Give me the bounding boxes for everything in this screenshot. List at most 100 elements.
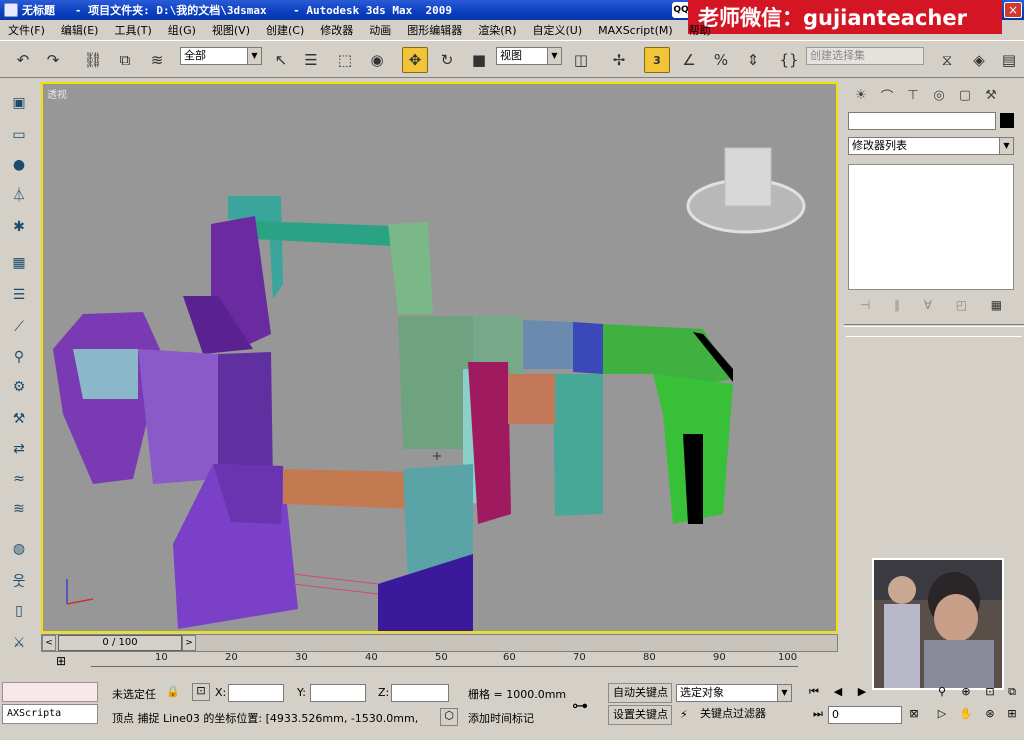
spinner-snap-icon[interactable]: ⇕ <box>740 47 766 73</box>
window-crossing-icon[interactable]: ◉ <box>364 47 390 73</box>
manipulate-icon[interactable]: ✢ <box>606 47 632 73</box>
utilities-icon[interactable]: ⚒ <box>980 84 1002 106</box>
wrench-icon[interactable]: ⚒ <box>8 408 30 430</box>
reference-coord-dropdown[interactable]: 视图 ▼ <box>496 47 562 65</box>
modifier-stack[interactable] <box>848 164 1014 290</box>
zoom-extents-all-icon[interactable]: ⧉ <box>1002 683 1022 701</box>
track-bar[interactable]: ⊞ 10 20 30 40 50 60 70 80 90 100 <box>41 652 838 680</box>
menu-customize[interactable]: 自定义(U) <box>525 22 591 38</box>
selection-filter-dropdown[interactable]: 全部 ▼ <box>180 47 262 65</box>
tools-icon[interactable]: ⚔ <box>8 632 30 654</box>
zoom-extents-icon[interactable]: ⊡ <box>980 683 1000 701</box>
show-end-result-icon[interactable]: ∥ <box>894 298 900 312</box>
menu-modifiers[interactable]: 修改器 <box>312 22 361 38</box>
layer-manager-icon[interactable]: ▤ <box>996 47 1022 73</box>
z-coordinate-field[interactable] <box>391 684 449 702</box>
menu-group[interactable]: 组(G) <box>160 22 204 38</box>
object-name-field[interactable] <box>848 112 996 130</box>
menu-maxscript[interactable]: MAXScript(M) <box>590 24 681 37</box>
display-icon[interactable]: ▢ <box>954 84 976 106</box>
orbit-icon[interactable]: ⊛ <box>980 705 1000 723</box>
x-coordinate-field[interactable] <box>228 684 284 702</box>
menu-create[interactable]: 创建(C) <box>258 22 312 38</box>
key-mode-dropdown[interactable]: 选定对象 ▼ <box>676 684 792 702</box>
pin-stack-icon[interactable]: ⊣ <box>860 298 870 312</box>
remove-modifier-icon[interactable]: ◰ <box>956 298 967 312</box>
menu-file[interactable]: 文件(F) <box>0 22 53 38</box>
rect-selection-icon[interactable]: ⬚ <box>332 47 358 73</box>
time-tag-icon[interactable]: ⬡ <box>440 708 458 726</box>
biped-icon[interactable]: 웃 <box>8 570 30 592</box>
menu-graph-editors[interactable]: 图形编辑器 <box>399 22 470 38</box>
zoom-all-icon[interactable]: ⊕ <box>956 683 976 701</box>
helper-icon[interactable]: ✱ <box>8 216 30 238</box>
light-icon[interactable]: ⏃ <box>8 184 30 206</box>
add-time-tag[interactable]: 添加时间标记 <box>468 710 534 726</box>
time-slider[interactable]: < 0 / 100 > <box>41 634 838 652</box>
named-selection-set-field[interactable]: 创建选择集 <box>806 47 924 65</box>
lock-selection-icon[interactable]: 🔒 <box>166 685 180 698</box>
set-key-button[interactable]: 设置关键点 <box>608 705 672 725</box>
auto-key-button[interactable]: 自动关键点 <box>608 683 672 703</box>
search-icon[interactable]: ⚲ <box>8 346 30 368</box>
time-next-button[interactable]: > <box>182 635 196 651</box>
bind-spacewarp-icon[interactable]: ≋ <box>144 47 170 73</box>
align-icon[interactable]: ◈ <box>966 47 992 73</box>
bottle-icon[interactable]: ▯ <box>8 600 30 622</box>
absolute-mode-icon[interactable]: ⊡ <box>192 683 210 701</box>
percent-snap-icon[interactable]: % <box>708 47 734 73</box>
menu-edit[interactable]: 编辑(E) <box>53 22 107 38</box>
redo-icon[interactable]: ↷ <box>40 47 66 73</box>
time-prev-button[interactable]: < <box>42 635 56 651</box>
unlink-icon[interactable]: ⧉ <box>112 47 138 73</box>
arrow-icon[interactable]: ⇄ <box>8 438 30 460</box>
move-icon[interactable]: ✥ <box>402 47 428 73</box>
spline-line[interactable] <box>292 573 379 585</box>
time-slider-thumb[interactable]: 0 / 100 <box>58 635 182 651</box>
edit-named-selection-icon[interactable]: {} <box>776 47 802 73</box>
wave2-icon[interactable]: ≋ <box>8 498 30 520</box>
rotate-icon[interactable]: ↻ <box>434 47 460 73</box>
key-filter-icon[interactable]: ⚡ <box>680 708 688 721</box>
motion-icon[interactable]: ◎ <box>928 84 950 106</box>
scale-icon[interactable]: ■ <box>466 47 492 73</box>
mini-curve-editor-icon[interactable]: ⊞ <box>51 654 71 674</box>
menu-rendering[interactable]: 渲染(R) <box>470 22 524 38</box>
bone-icon[interactable]: ⟋ <box>8 316 30 338</box>
pivot-center-icon[interactable]: ◫ <box>568 47 594 73</box>
undo-icon[interactable]: ↶ <box>10 47 36 73</box>
key-filters-button[interactable]: 关键点过滤器 <box>696 705 792 725</box>
key-mode-toggle-icon[interactable]: ⏭ <box>808 705 828 723</box>
mirror-icon[interactable]: ⧖ <box>934 47 960 73</box>
prev-frame-icon[interactable]: ◀ <box>828 683 848 701</box>
gear-icon[interactable]: ⚙ <box>8 376 30 398</box>
app-icon[interactable] <box>4 3 18 17</box>
make-unique-icon[interactable]: ∀ <box>924 298 932 312</box>
menu-views[interactable]: 视图(V) <box>204 22 258 38</box>
hierarchy-icon[interactable]: ⊤ <box>902 84 924 106</box>
snap-toggle-icon[interactable]: 3 <box>644 47 670 73</box>
go-to-start-icon[interactable]: ⏮ <box>804 683 824 701</box>
key-icon[interactable]: ⊶ <box>572 696 588 715</box>
perspective-viewport[interactable]: 透视 <box>41 82 838 633</box>
play-icon[interactable]: ▶ <box>852 683 872 701</box>
checker-icon[interactable]: ▦ <box>8 252 30 274</box>
maxscript-listener[interactable]: AXScripta <box>2 704 98 724</box>
modify-icon[interactable]: ⌒ <box>876 84 898 106</box>
menu-help[interactable]: 帮助 <box>681 22 719 38</box>
maximize-viewport-icon[interactable]: ⊞ <box>1002 705 1022 723</box>
select-object-icon[interactable]: ↖ <box>268 47 294 73</box>
create-icon[interactable]: ☀ <box>850 84 872 106</box>
time-config-icon[interactable]: ⊠ <box>904 705 924 723</box>
pan-icon[interactable]: ✋ <box>956 705 976 723</box>
viewport-icon[interactable]: ▣ <box>8 92 30 114</box>
angle-snap-icon[interactable]: ∠ <box>676 47 702 73</box>
wave-icon[interactable]: ≈ <box>8 468 30 490</box>
maxscript-listener-pink[interactable] <box>2 682 98 702</box>
link-icon[interactable]: ⛓ <box>80 47 106 73</box>
select-by-name-icon[interactable]: ☰ <box>298 47 324 73</box>
current-frame-field[interactable]: 0 <box>828 706 902 724</box>
modifier-list-dropdown[interactable]: 修改器列表 ▼ <box>848 137 1014 155</box>
object-color-swatch[interactable] <box>1000 113 1014 128</box>
globe-icon[interactable]: ◍ <box>8 538 30 560</box>
